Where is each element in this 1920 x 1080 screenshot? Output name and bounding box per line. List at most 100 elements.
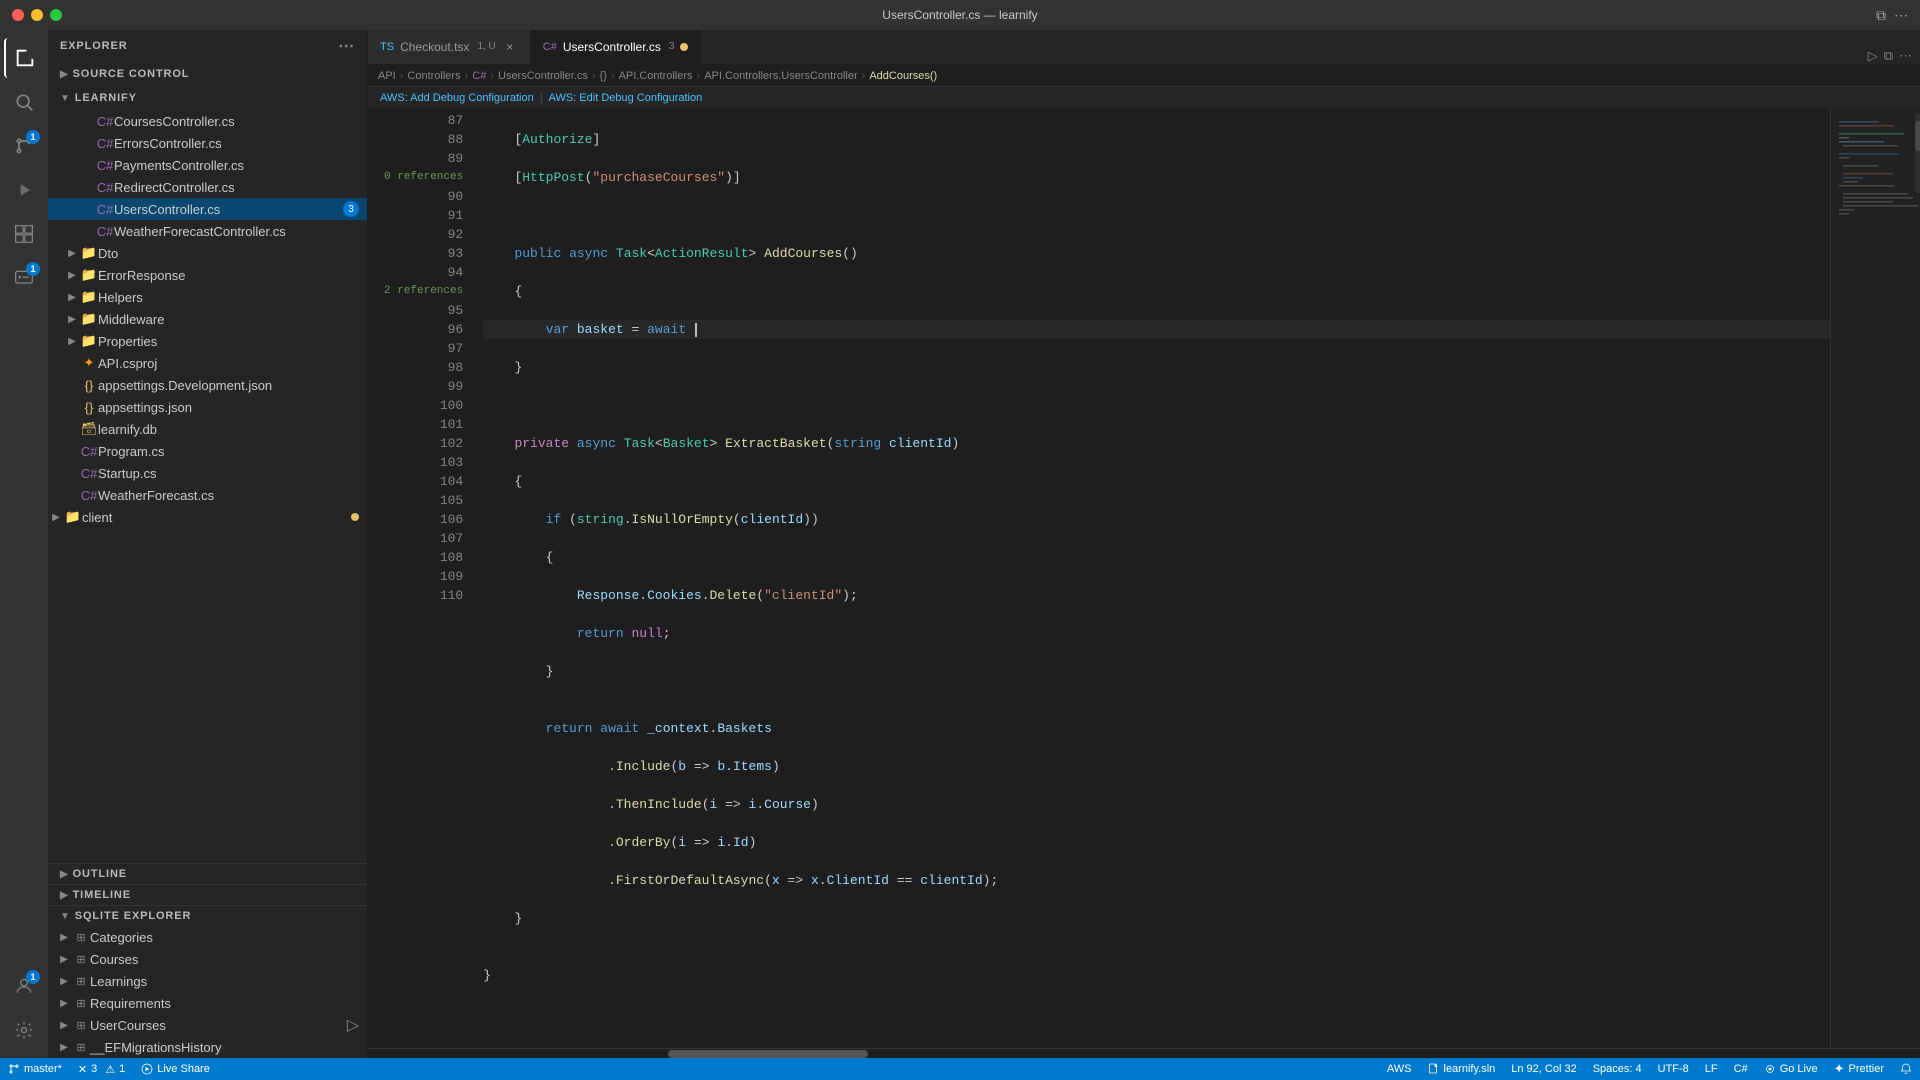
split-editor-icon[interactable]: ⧉ xyxy=(1884,48,1893,64)
file-label: appsettings.json xyxy=(98,400,359,415)
language-label: C# xyxy=(1734,1063,1748,1075)
file-appsettingsDev[interactable]: {} appsettings.Development.json xyxy=(48,374,367,396)
aws-label: AWS xyxy=(1387,1063,1412,1075)
sqlite-table-learnings[interactable]: ▶ ⊞ Learnings xyxy=(48,970,367,992)
code-content[interactable]: [Authorize] [HttpPost("purchaseCourses")… xyxy=(475,109,1830,1048)
settings-icon[interactable] xyxy=(4,1010,44,1050)
folder-icon: 📁 xyxy=(80,245,98,261)
learnify-section-header[interactable]: ▼ LEARNIFY xyxy=(48,86,367,110)
breadcrumb-api[interactable]: API xyxy=(378,70,396,82)
run-debug-icon[interactable] xyxy=(4,170,44,210)
outline-section[interactable]: ▶ OUTLINE xyxy=(48,863,367,884)
file-icon xyxy=(1428,1063,1440,1075)
more-icon[interactable]: ⋯ xyxy=(1894,7,1908,24)
breadcrumb-controllers[interactable]: Controllers xyxy=(407,70,460,82)
close-button[interactable] xyxy=(12,9,24,21)
status-notifications[interactable] xyxy=(1892,1058,1920,1080)
breadcrumb-curly[interactable]: {} xyxy=(600,70,607,82)
maximize-button[interactable] xyxy=(50,9,62,21)
status-spaces[interactable]: Spaces: 4 xyxy=(1585,1058,1650,1080)
minimap-content xyxy=(1831,109,1920,1048)
extensions-icon[interactable] xyxy=(4,214,44,254)
status-language[interactable]: C# xyxy=(1726,1058,1756,1080)
search-icon[interactable] xyxy=(4,82,44,122)
status-position[interactable]: Ln 92, Col 32 xyxy=(1503,1058,1584,1080)
file-label: RedirectController.cs xyxy=(114,180,359,195)
more-actions-icon[interactable]: ⋯ xyxy=(1899,48,1912,64)
file-learnifydb[interactable]: 🗃 learnify.db xyxy=(48,418,367,440)
file-WeatherForecast[interactable]: C# WeatherForecast.cs xyxy=(48,484,367,506)
breadcrumb-method[interactable]: AddCourses() xyxy=(869,70,937,82)
remote-badge: 1 xyxy=(26,262,40,276)
bell-icon xyxy=(1900,1063,1912,1075)
status-prettier[interactable]: ✦ Prettier xyxy=(1826,1058,1892,1080)
cs-file-icon: C# xyxy=(96,180,114,195)
timeline-label: TIMELINE xyxy=(73,889,131,901)
explorer-more-icon[interactable]: ⋯ xyxy=(338,36,355,56)
status-line-ending[interactable]: LF xyxy=(1697,1058,1726,1080)
explorer-header: EXPLORER ⋯ xyxy=(48,30,367,62)
status-left: master* ✕ 3 ⚠ 1 Live Share xyxy=(0,1058,218,1080)
activity-bar: 1 1 1 xyxy=(0,30,48,1058)
table-label: __EFMigrationsHistory xyxy=(90,1040,359,1055)
file-ErrorsController[interactable]: C# ErrorsController.cs xyxy=(48,132,367,154)
breadcrumb-users-controller-class[interactable]: API.Controllers.UsersController xyxy=(704,70,857,82)
account-icon[interactable]: 1 xyxy=(4,966,44,1006)
sqlite-section[interactable]: ▼ SQLITE EXPLORER xyxy=(48,905,367,926)
status-right: AWS learnify.sln Ln 92, Col 32 Spaces: 4… xyxy=(1379,1058,1920,1080)
outline-label: OUTLINE xyxy=(73,868,127,880)
file-PaymentsController[interactable]: C# PaymentsController.cs xyxy=(48,154,367,176)
file-Program[interactable]: C# Program.cs xyxy=(48,440,367,462)
sqlite-table-requirements[interactable]: ▶ ⊞ Requirements xyxy=(48,992,367,1014)
file-Startup[interactable]: C# Startup.cs xyxy=(48,462,367,484)
run-icon[interactable]: ▷ xyxy=(1868,48,1878,64)
breadcrumb-cs[interactable]: C# xyxy=(472,70,486,82)
file-CoursesController[interactable]: C# CoursesController.cs xyxy=(48,110,367,132)
file-tree: C# CoursesController.cs C# ErrorsControl… xyxy=(48,110,367,863)
sqlite-table-courses[interactable]: ▶ ⊞ Courses xyxy=(48,948,367,970)
tab-close-icon[interactable]: × xyxy=(502,39,518,55)
file-APIcsproj[interactable]: ✦ API.csproj xyxy=(48,352,367,374)
source-control-icon[interactable]: 1 xyxy=(4,126,44,166)
split-editor-icon[interactable]: ⧉ xyxy=(1876,7,1886,24)
remote-icon[interactable]: 1 xyxy=(4,258,44,298)
breadcrumb-api-controllers[interactable]: API.Controllers xyxy=(619,70,693,82)
scrollbar-thumb[interactable] xyxy=(668,1050,868,1058)
status-aws[interactable]: AWS xyxy=(1379,1058,1420,1080)
file-UsersController[interactable]: C# UsersController.cs 3 xyxy=(48,198,367,220)
breadcrumb-file[interactable]: UsersController.cs xyxy=(498,70,588,82)
folder-icon: 📁 xyxy=(64,509,82,525)
sqlite-table-usercourses[interactable]: ▶ ⊞ UserCourses ▷ xyxy=(48,1014,367,1036)
tab-userscontroller[interactable]: C# UsersController.cs 3 xyxy=(531,30,702,64)
folder-Properties[interactable]: ▶ 📁 Properties xyxy=(48,330,367,352)
file-RedirectController[interactable]: C# RedirectController.cs xyxy=(48,176,367,198)
folder-ErrorResponse[interactable]: ▶ 📁 ErrorResponse xyxy=(48,264,367,286)
status-encoding[interactable]: UTF-8 xyxy=(1650,1058,1697,1080)
explorer-label: EXPLORER xyxy=(60,40,128,52)
tab-checkout[interactable]: TS Checkout.tsx 1, U × xyxy=(368,30,531,64)
window-title: UsersController.cs — learnify xyxy=(882,8,1037,22)
expand-icon[interactable]: ▷ xyxy=(347,1015,359,1035)
folder-client[interactable]: ▶ 📁 client xyxy=(48,506,367,528)
folder-Helpers[interactable]: ▶ 📁 Helpers xyxy=(48,286,367,308)
file-WeatherForecastController[interactable]: C# WeatherForecastController.cs xyxy=(48,220,367,242)
sqlite-table-categories[interactable]: ▶ ⊞ Categories xyxy=(48,926,367,948)
status-errors[interactable]: ✕ 3 ⚠ 1 xyxy=(70,1058,133,1080)
source-control-label: SOURCE CONTROL xyxy=(73,68,190,80)
sqlite-label: SQLITE EXPLORER xyxy=(75,910,192,922)
minimize-button[interactable] xyxy=(31,9,43,21)
explorer-icon[interactable] xyxy=(4,38,44,78)
file-appsettings[interactable]: {} appsettings.json xyxy=(48,396,367,418)
folder-Dto[interactable]: ▶ 📁 Dto xyxy=(48,242,367,264)
sqlite-table-efmigrations[interactable]: ▶ ⊞ __EFMigrationsHistory xyxy=(48,1036,367,1058)
aws-edit-debug[interactable]: AWS: Edit Debug Configuration xyxy=(549,92,703,104)
source-control-section-header[interactable]: ▶ SOURCE CONTROL xyxy=(48,62,367,86)
folder-Middleware[interactable]: ▶ 📁 Middleware xyxy=(48,308,367,330)
status-golive[interactable]: Go Live xyxy=(1756,1058,1826,1080)
status-liveshare[interactable]: Live Share xyxy=(133,1058,218,1080)
aws-add-debug[interactable]: AWS: Add Debug Configuration xyxy=(380,92,534,104)
status-branch[interactable]: master* xyxy=(0,1058,70,1080)
timeline-section[interactable]: ▶ TIMELINE xyxy=(48,884,367,905)
horizontal-scrollbar[interactable] xyxy=(368,1048,1920,1058)
status-filename[interactable]: learnify.sln xyxy=(1420,1058,1504,1080)
